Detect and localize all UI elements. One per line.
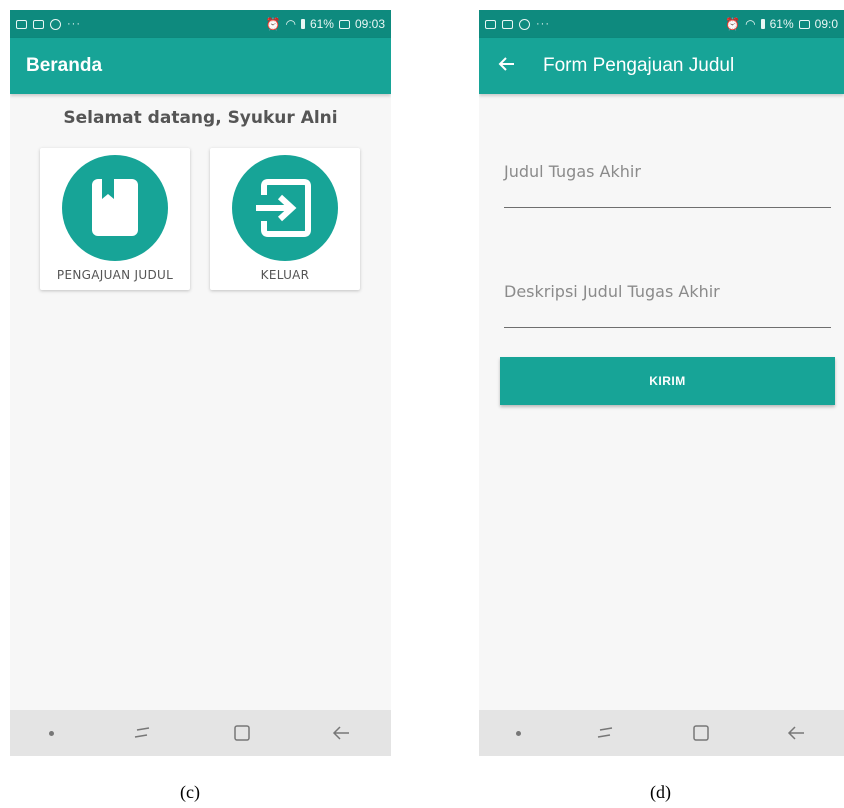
signal-icon xyxy=(760,19,765,29)
battery-icon xyxy=(338,19,350,29)
kirim-button[interactable]: KIRIM xyxy=(500,357,835,405)
deskripsi-judul-placeholder[interactable]: Deskripsi Judul Tugas Akhir xyxy=(504,282,831,301)
status-time: 09:03 xyxy=(354,17,385,31)
status-bar: ··· ⏰ ◠ 61% 09:0 xyxy=(479,10,844,38)
screen-notification-icon xyxy=(33,19,44,29)
menu-tile-label: KELUAR xyxy=(260,268,310,282)
app-bar: Beranda xyxy=(10,38,391,94)
back-arrow-icon[interactable] xyxy=(497,55,517,78)
back-icon[interactable] xyxy=(330,723,352,743)
judul-tugas-akhir-placeholder[interactable]: Judul Tugas Akhir xyxy=(504,162,831,181)
bookmark-book-icon xyxy=(92,179,138,236)
battery-percent: 61% xyxy=(309,17,334,31)
whatsapp-notification-icon xyxy=(519,18,530,30)
figure-caption-d: (d) xyxy=(650,782,671,802)
back-icon[interactable] xyxy=(785,723,807,743)
phone-screen-home: ··· ⏰ ◠ 61% 09:03 Beranda Selamat datang… xyxy=(10,10,391,756)
alarm-icon: ⏰ xyxy=(725,17,741,31)
status-time: 09:0 xyxy=(814,17,838,31)
page-title: Beranda xyxy=(26,55,103,76)
status-bar: ··· ⏰ ◠ 61% 09:03 xyxy=(10,10,391,38)
status-bar-right: ⏰ ◠ 61% 09:0 xyxy=(725,17,838,31)
home-icon[interactable] xyxy=(231,723,253,743)
deskripsi-judul-field[interactable]: Deskripsi Judul Tugas Akhir xyxy=(504,282,831,328)
battery-icon xyxy=(798,19,810,29)
page-title: Form Pengajuan Judul xyxy=(543,55,735,76)
whatsapp-notification-icon xyxy=(50,18,61,30)
keluar-icon-circle xyxy=(232,155,338,261)
more-notifications-icon: ··· xyxy=(67,18,81,30)
figure-caption-c: (c) xyxy=(180,782,200,802)
gallery-notification-icon xyxy=(485,19,496,29)
pengajuan-judul-icon-circle xyxy=(62,155,168,261)
alarm-icon: ⏰ xyxy=(265,17,281,31)
menu-tile-pengajuan-judul[interactable]: PENGAJUAN JUDUL xyxy=(40,148,190,290)
recent-apps-icon[interactable] xyxy=(131,723,153,743)
nav-dot-icon[interactable] xyxy=(48,730,54,736)
more-notifications-icon: ··· xyxy=(536,18,550,30)
battery-percent: 61% xyxy=(769,17,794,31)
recent-apps-icon[interactable] xyxy=(594,723,616,743)
system-nav-bar xyxy=(10,710,391,756)
signal-icon xyxy=(300,19,305,29)
welcome-text: Selamat datang, Syukur Alni xyxy=(63,108,338,128)
status-bar-left: ··· xyxy=(16,18,81,30)
menu-tile-label: PENGAJUAN JUDUL xyxy=(56,268,174,282)
field-underline xyxy=(504,327,831,328)
gallery-notification-icon xyxy=(16,19,27,29)
app-bar: Form Pengajuan Judul xyxy=(479,38,844,94)
wifi-icon: ◠ xyxy=(745,17,756,31)
status-bar-left: ··· xyxy=(485,18,550,30)
field-underline xyxy=(504,207,831,208)
judul-tugas-akhir-field[interactable]: Judul Tugas Akhir xyxy=(504,162,831,208)
menu-tile-keluar[interactable]: KELUAR xyxy=(210,148,360,290)
screen-notification-icon xyxy=(502,19,513,29)
exit-icon xyxy=(256,179,311,237)
nav-dot-icon[interactable] xyxy=(515,730,521,736)
phone-screen-form: ··· ⏰ ◠ 61% 09:0 Form Pengajuan Judul Ju… xyxy=(479,10,844,756)
system-nav-bar xyxy=(479,710,844,756)
wifi-icon: ◠ xyxy=(285,17,296,31)
status-bar-right: ⏰ ◠ 61% 09:03 xyxy=(266,17,386,31)
home-icon[interactable] xyxy=(690,723,712,743)
